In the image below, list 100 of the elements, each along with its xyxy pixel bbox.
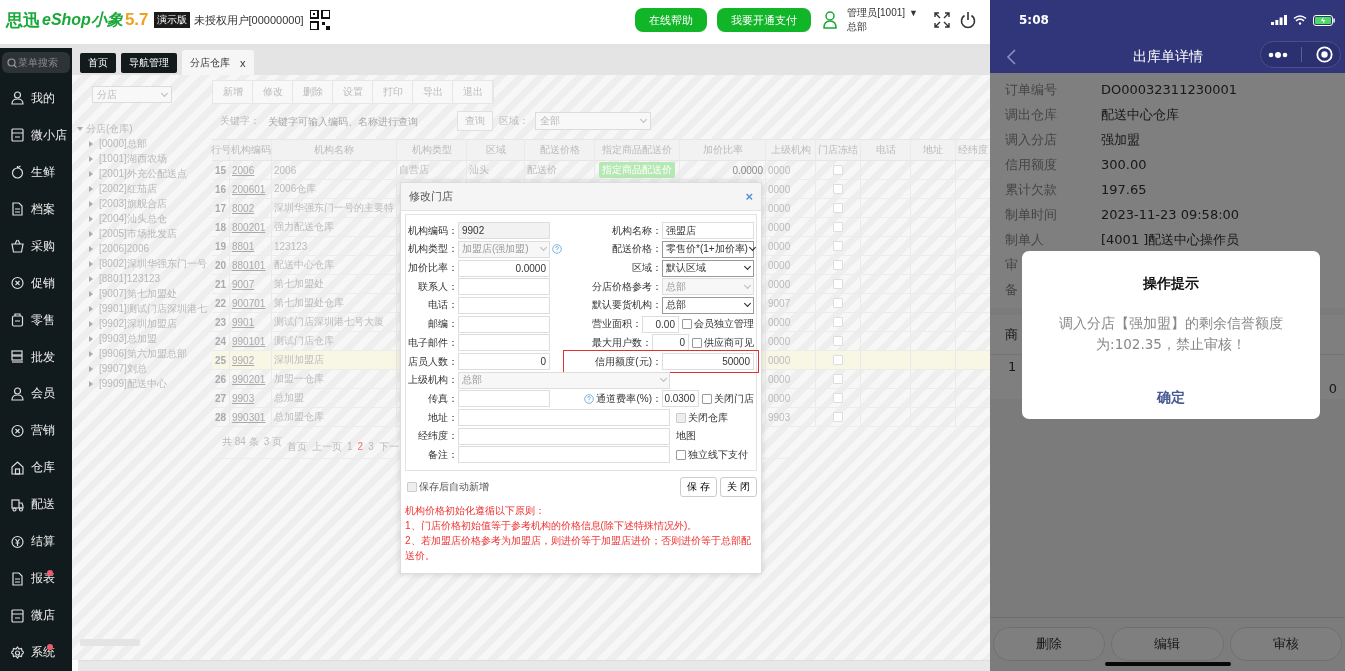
help-icon[interactable] — [584, 393, 595, 404]
sidebar-item[interactable]: 档案 — [31, 200, 55, 218]
input-field[interactable]: 加盟店(强加盟) — [458, 240, 550, 258]
input-field[interactable]: 总部 — [458, 371, 670, 389]
page-link[interactable]: 2 — [357, 435, 364, 458]
sidebar-item[interactable]: 批发 — [31, 348, 55, 366]
input-field[interactable]: 50000 — [662, 353, 754, 370]
tree-node[interactable]: [8801]123123 — [99, 271, 161, 286]
expand-toggle-icon[interactable] — [89, 140, 93, 147]
code-link[interactable]: 900701 — [232, 297, 266, 309]
expand-toggle-icon[interactable] — [89, 245, 93, 252]
input-field[interactable] — [458, 296, 550, 314]
sidebar-item[interactable]: 配送 — [31, 496, 55, 514]
expand-toggle-icon[interactable] — [89, 155, 93, 162]
expand-toggle-icon[interactable] — [89, 185, 93, 192]
checkbox[interactable] — [407, 481, 417, 492]
confirm-button[interactable]: 确定 — [1157, 389, 1185, 407]
expand-toggle-icon[interactable] — [77, 126, 83, 131]
sidebar-item[interactable]: 营销 — [31, 422, 55, 440]
input-field[interactable]: 0.00 — [642, 315, 679, 333]
expand-toggle-icon[interactable] — [89, 335, 93, 342]
code-link[interactable]: 990101 — [232, 335, 266, 347]
code-link[interactable]: 9902 — [232, 354, 255, 366]
qr-code-icon[interactable] — [309, 10, 330, 30]
sidebar-item[interactable]: 我的 — [31, 89, 55, 107]
tab[interactable]: 分店仓库 x — [182, 50, 254, 75]
caret-icon[interactable]: ▼ — [909, 6, 918, 20]
menu-search-field[interactable]: 菜单搜索 — [2, 52, 70, 73]
expand-toggle-icon[interactable] — [89, 290, 93, 297]
fullscreen-icon[interactable] — [934, 12, 950, 28]
checkbox[interactable] — [692, 337, 702, 348]
back-icon[interactable] — [1006, 48, 1016, 65]
expand-toggle-icon[interactable] — [89, 200, 93, 207]
sidebar-item[interactable]: 采购 — [31, 237, 55, 255]
input-field[interactable]: 9902 — [458, 222, 550, 240]
more-icon[interactable] — [1267, 51, 1288, 58]
code-link[interactable]: 9007 — [232, 278, 255, 290]
action-button[interactable]: 删除 — [993, 627, 1106, 661]
help-icon[interactable] — [552, 244, 562, 255]
input-field[interactable]: 0 — [652, 334, 689, 352]
code-link[interactable]: 9903 — [232, 392, 255, 404]
input-field[interactable]: 0.0000 — [458, 259, 550, 277]
code-link[interactable]: 990201 — [232, 373, 266, 385]
code-link[interactable]: 2006 — [232, 164, 255, 176]
input-field[interactable] — [458, 427, 670, 445]
expand-toggle-icon[interactable] — [89, 260, 93, 267]
checkbox[interactable] — [682, 319, 692, 330]
power-icon[interactable] — [960, 11, 976, 29]
special-price-button[interactable]: 指定商品配送价 — [599, 162, 675, 178]
input-field[interactable] — [458, 315, 550, 333]
expand-toggle-icon[interactable] — [89, 320, 93, 327]
map-link[interactable]: 地图 — [676, 429, 696, 444]
dialog-button[interactable]: 保 存 — [680, 476, 717, 497]
tab[interactable]: 导航管理 — [121, 53, 177, 73]
action-button[interactable]: 审核 — [1229, 627, 1342, 661]
checkbox[interactable] — [676, 449, 686, 460]
code-link[interactable]: 200601 — [232, 183, 266, 195]
expand-toggle-icon[interactable] — [89, 170, 93, 177]
input-field[interactable]: 总部 — [662, 278, 754, 296]
expand-toggle-icon[interactable] — [89, 275, 93, 282]
code-link[interactable]: 990301 — [232, 411, 266, 423]
code-link[interactable]: 880101 — [232, 259, 266, 271]
header-button[interactable]: 在线帮助 — [635, 8, 708, 32]
sidebar-item[interactable]: 微小店 — [31, 126, 67, 144]
sidebar-item[interactable]: 仓库 — [31, 459, 55, 477]
input-field[interactable] — [458, 390, 550, 408]
tree-node[interactable]: [2006]2006 — [99, 241, 150, 256]
input-field[interactable] — [458, 334, 550, 352]
header-button[interactable]: 我要开通支付 — [717, 8, 812, 32]
checkbox[interactable] — [702, 393, 712, 404]
code-link[interactable]: 800201 — [232, 221, 266, 233]
expand-toggle-icon[interactable] — [89, 230, 93, 237]
sidebar-item[interactable]: 生鲜 — [31, 163, 55, 181]
sidebar-item[interactable]: 结算 — [31, 533, 55, 551]
code-link[interactable]: 8801 — [232, 240, 255, 252]
input-field[interactable]: 0.0300 — [662, 390, 699, 408]
scrollbar[interactable] — [78, 660, 990, 671]
toolbar-button[interactable]: 修改 — [253, 81, 293, 103]
input-field[interactable]: 强盟店 — [662, 222, 754, 240]
expand-toggle-icon[interactable] — [89, 350, 93, 357]
dialog-button[interactable]: 关 闭 — [720, 476, 757, 497]
input-field[interactable]: 总部 — [662, 296, 754, 314]
keyword-field[interactable]: 关键字可输入编码、名称进行查询 — [266, 112, 451, 130]
input-field[interactable]: 0 — [458, 353, 550, 370]
code-link[interactable]: 9901 — [232, 316, 255, 328]
input-field[interactable] — [458, 278, 550, 296]
code-link[interactable]: 8002 — [232, 202, 255, 214]
close-target-icon[interactable] — [1316, 46, 1334, 63]
sidebar-item[interactable]: 会员 — [31, 385, 55, 403]
expand-toggle-icon[interactable] — [89, 365, 93, 372]
expand-toggle-icon[interactable] — [89, 380, 93, 387]
tab[interactable]: 首页 — [80, 53, 116, 73]
close-button[interactable]: × — [745, 189, 753, 204]
input-field[interactable]: 默认区域 — [662, 259, 754, 277]
expand-toggle-icon[interactable] — [89, 215, 93, 222]
sidebar-item[interactable]: 零售 — [31, 311, 55, 329]
input-field[interactable] — [458, 446, 670, 464]
expand-toggle-icon[interactable] — [89, 305, 93, 312]
sidebar-item[interactable]: 微店 — [31, 607, 55, 625]
input-field[interactable] — [458, 409, 670, 427]
